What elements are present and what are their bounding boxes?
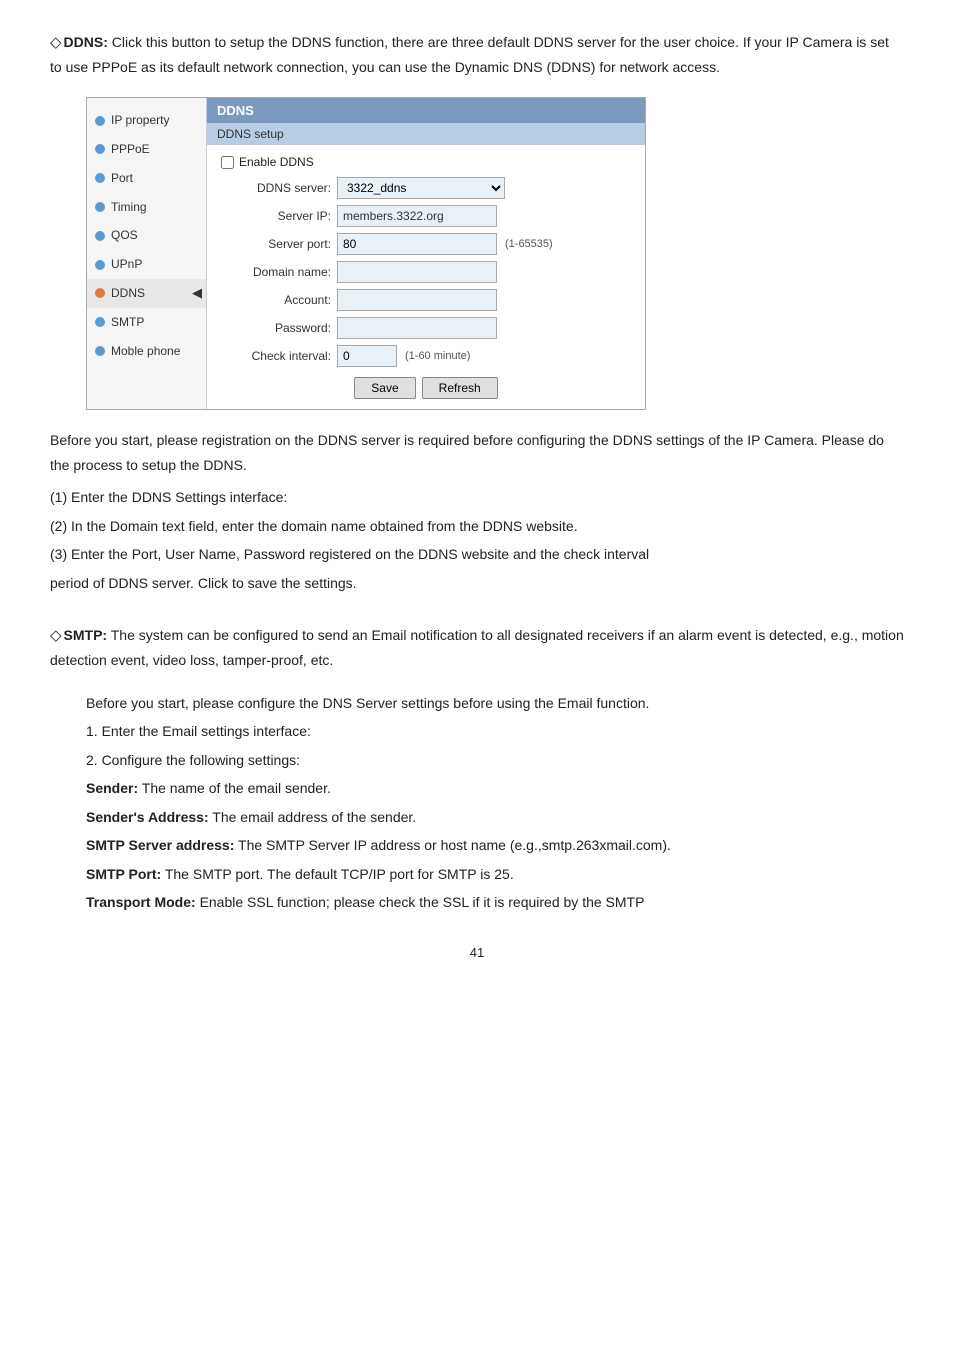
ddns-panel: IP property PPPoE Port Timing QOS UPnP D… bbox=[86, 97, 646, 410]
ddns-sidebar: IP property PPPoE Port Timing QOS UPnP D… bbox=[87, 98, 207, 409]
password-row: Password: bbox=[221, 317, 631, 339]
sender-desc: The name of the email sender. bbox=[142, 780, 331, 796]
sidebar-item-pppoe-label: PPPoE bbox=[111, 141, 150, 158]
account-row: Account: bbox=[221, 289, 631, 311]
port-dot bbox=[95, 173, 105, 183]
account-input[interactable] bbox=[337, 289, 497, 311]
smtp-server-address-desc: The SMTP Server IP address or host name … bbox=[238, 837, 671, 853]
server-ip-row: Server IP: members.3322.org bbox=[221, 205, 631, 227]
smtp-section: ◇SMTP: The system can be configured to s… bbox=[50, 623, 904, 914]
smtp-step-1: 1. Enter the Email settings interface: bbox=[86, 719, 904, 744]
smtp-bullet: ◇ bbox=[50, 627, 62, 644]
ddns-intro-para: ◇DDNS: Click this button to setup the DD… bbox=[50, 30, 904, 79]
ddns-intro-text: Click this button to setup the DDNS func… bbox=[50, 34, 889, 75]
smtp-label: SMTP: bbox=[64, 627, 108, 643]
smtp-dot bbox=[95, 317, 105, 327]
step-1: (1) Enter the DDNS Settings interface: bbox=[50, 485, 904, 510]
check-interval-hint: (1-60 minute) bbox=[405, 350, 470, 362]
sidebar-item-qos[interactable]: QOS bbox=[87, 221, 206, 250]
sidebar-item-ddns-label: DDNS bbox=[111, 285, 145, 302]
transport-mode-desc: Enable SSL function; please check the SS… bbox=[200, 894, 645, 910]
sidebar-item-port-label: Port bbox=[111, 170, 133, 187]
before-start-text: Before you start, please registration on… bbox=[50, 428, 904, 477]
sidebar-item-ip-property-label: IP property bbox=[111, 112, 169, 129]
enable-ddns-row: Enable DDNS bbox=[221, 155, 631, 169]
smtp-port-desc: The SMTP port. The default TCP/IP port f… bbox=[165, 866, 514, 882]
sidebar-item-smtp[interactable]: SMTP bbox=[87, 308, 206, 337]
ddns-server-row: DDNS server: 3322_ddns bbox=[221, 177, 631, 199]
check-interval-input[interactable] bbox=[337, 345, 397, 367]
ddns-instructions: Before you start, please registration on… bbox=[50, 428, 904, 595]
ddns-server-label: DDNS server: bbox=[221, 181, 331, 195]
smtp-before-start: Before you start, please configure the D… bbox=[86, 691, 904, 716]
ddns-dot bbox=[95, 288, 105, 298]
account-label: Account: bbox=[221, 293, 331, 307]
domain-name-input[interactable] bbox=[337, 261, 497, 283]
sidebar-item-pppoe[interactable]: PPPoE bbox=[87, 135, 206, 164]
sidebar-item-smtp-label: SMTP bbox=[111, 314, 144, 331]
password-label: Password: bbox=[221, 321, 331, 335]
timing-dot bbox=[95, 202, 105, 212]
sidebar-item-upnp[interactable]: UPnP bbox=[87, 250, 206, 279]
smtp-term-sender-address: Sender's Address: The email address of t… bbox=[86, 805, 904, 830]
qos-dot bbox=[95, 231, 105, 241]
ddns-intro-section: ◇DDNS: Click this button to setup the DD… bbox=[50, 30, 904, 79]
sidebar-item-timing-label: Timing bbox=[111, 199, 147, 216]
ddns-active-arrow: ◀ bbox=[192, 284, 202, 302]
smtp-port-term: SMTP Port: bbox=[86, 866, 161, 882]
password-input[interactable] bbox=[337, 317, 497, 339]
sender-term: Sender: bbox=[86, 780, 138, 796]
sender-address-term: Sender's Address: bbox=[86, 809, 209, 825]
server-ip-value: members.3322.org bbox=[337, 205, 497, 227]
step-3-line1: (3) Enter the Port, User Name, Password … bbox=[50, 542, 904, 567]
enable-ddns-checkbox[interactable] bbox=[221, 156, 234, 169]
sidebar-item-timing[interactable]: Timing bbox=[87, 193, 206, 222]
smtp-intro-text: The system can be configured to send an … bbox=[50, 627, 904, 668]
server-ip-label: Server IP: bbox=[221, 209, 331, 223]
server-port-label: Server port: bbox=[221, 237, 331, 251]
pppoe-dot bbox=[95, 144, 105, 154]
ddns-main-panel: DDNS DDNS setup Enable DDNS DDNS server:… bbox=[207, 98, 645, 409]
panel-subtitle: DDNS setup bbox=[207, 123, 645, 145]
transport-mode-term: Transport Mode: bbox=[86, 894, 196, 910]
sidebar-item-mobile-phone-label: Moble phone bbox=[111, 343, 180, 360]
button-row: Save Refresh bbox=[221, 377, 631, 399]
ddns-label: DDNS: bbox=[64, 34, 108, 50]
step-3-line2: period of DDNS server. Click to save the… bbox=[50, 571, 904, 596]
domain-name-label: Domain name: bbox=[221, 265, 331, 279]
server-port-row: Server port: 80 (1-65535) bbox=[221, 233, 631, 255]
page-number: 41 bbox=[50, 945, 904, 960]
sidebar-item-ddns[interactable]: DDNS ◀ bbox=[87, 279, 206, 308]
smtp-term-transport: Transport Mode: Enable SSL function; ple… bbox=[86, 890, 904, 915]
smtp-step-2: 2. Configure the following settings: bbox=[86, 748, 904, 773]
ddns-server-select[interactable]: 3322_ddns bbox=[337, 177, 505, 199]
sender-address-desc: The email address of the sender. bbox=[212, 809, 416, 825]
panel-content: Enable DDNS DDNS server: 3322_ddns Serve… bbox=[207, 145, 645, 409]
ddns-bullet: ◇ bbox=[50, 34, 62, 51]
smtp-term-port: SMTP Port: The SMTP port. The default TC… bbox=[86, 862, 904, 887]
enable-ddns-label[interactable]: Enable DDNS bbox=[239, 155, 314, 169]
panel-title: DDNS bbox=[207, 98, 645, 123]
upnp-dot bbox=[95, 260, 105, 270]
smtp-server-address-term: SMTP Server address: bbox=[86, 837, 234, 853]
save-button[interactable]: Save bbox=[354, 377, 415, 399]
smtp-intro-para: ◇SMTP: The system can be configured to s… bbox=[50, 623, 904, 672]
check-interval-label: Check interval: bbox=[221, 349, 331, 363]
sidebar-item-upnp-label: UPnP bbox=[111, 256, 142, 273]
sidebar-item-port[interactable]: Port bbox=[87, 164, 206, 193]
sidebar-item-qos-label: QOS bbox=[111, 227, 138, 244]
refresh-button[interactable]: Refresh bbox=[422, 377, 498, 399]
domain-name-row: Domain name: bbox=[221, 261, 631, 283]
ip-property-dot bbox=[95, 116, 105, 126]
sidebar-item-ip-property[interactable]: IP property bbox=[87, 106, 206, 135]
smtp-term-server-address: SMTP Server address: The SMTP Server IP … bbox=[86, 833, 904, 858]
sidebar-item-mobile-phone[interactable]: Moble phone bbox=[87, 337, 206, 366]
check-interval-row: Check interval: (1-60 minute) bbox=[221, 345, 631, 367]
smtp-term-sender: Sender: The name of the email sender. bbox=[86, 776, 904, 801]
step-2: (2) In the Domain text field, enter the … bbox=[50, 514, 904, 539]
server-port-hint: (1-65535) bbox=[505, 238, 553, 250]
mobile-phone-dot bbox=[95, 346, 105, 356]
server-port-input[interactable]: 80 bbox=[337, 233, 497, 255]
